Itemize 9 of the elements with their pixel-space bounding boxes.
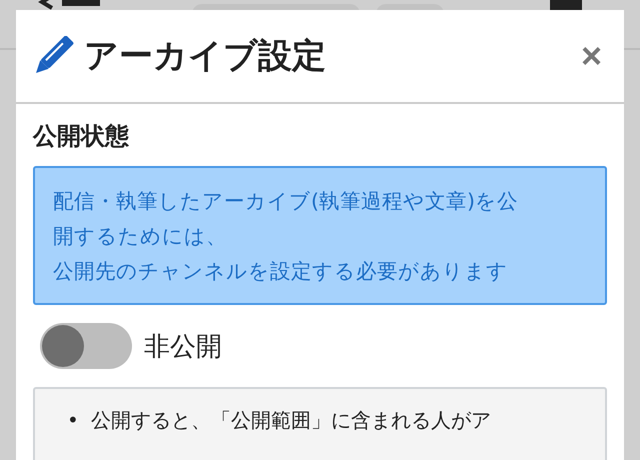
note-text: 公開すると、「公開範囲」に含まれる人がア <box>91 408 491 432</box>
toggle-label: 非公開 <box>144 330 222 364</box>
info-text: 配信・執筆したアーカイブ(執筆過程や文章)を公開するためには、 <box>53 188 519 250</box>
bullet-icon: • <box>67 403 91 437</box>
dialog-title: アーカイブ設定 <box>84 35 327 78</box>
info-text: 公開先のチャンネルを設定する必要があります <box>53 258 509 285</box>
section-heading: 公開状態 <box>33 121 130 152</box>
visibility-toggle[interactable] <box>40 323 132 369</box>
close-button[interactable]: × <box>574 38 608 74</box>
